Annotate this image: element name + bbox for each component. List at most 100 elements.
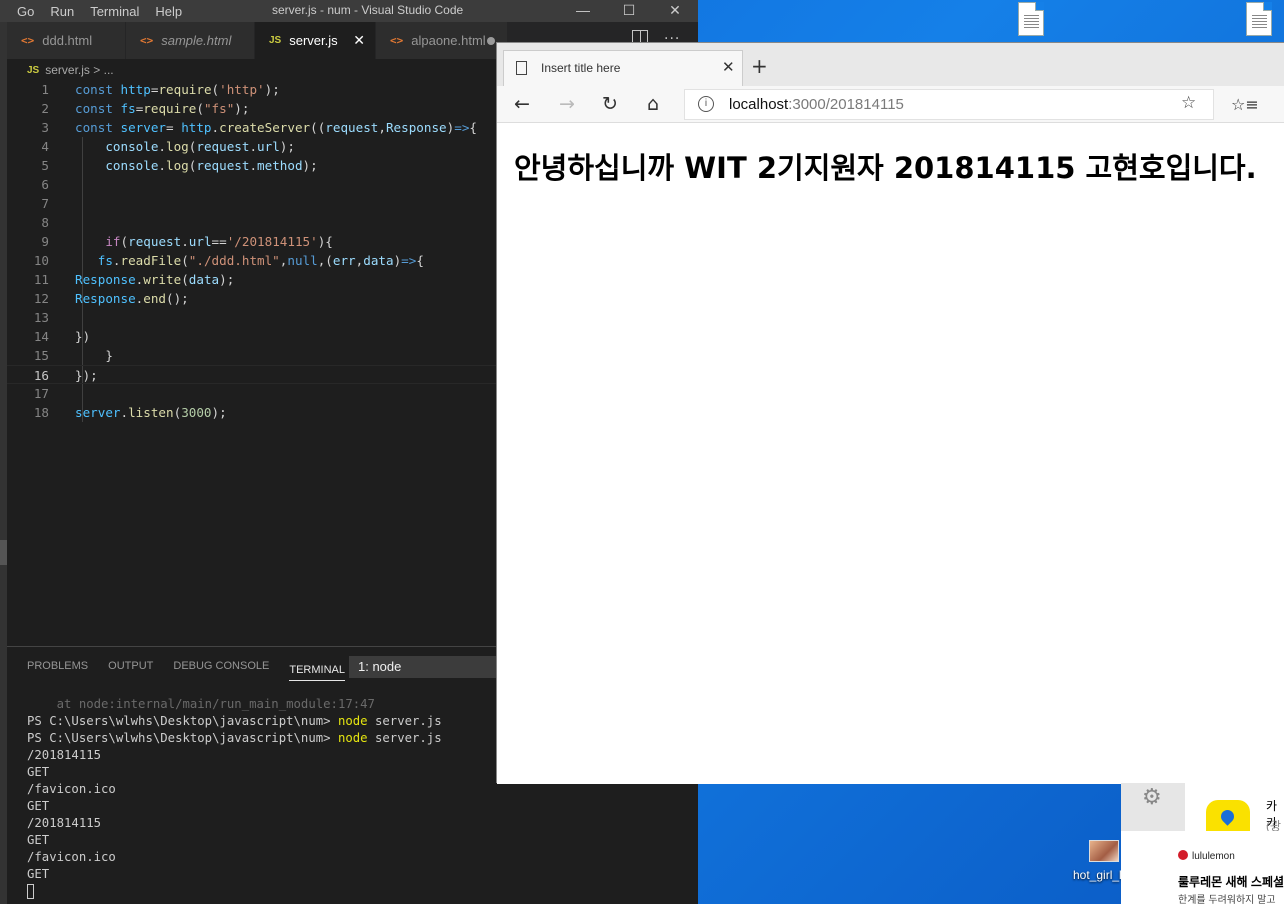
terminal-line: PS C:\Users\wlwhs\Desktop\javascript\num…	[27, 713, 442, 730]
html-file-icon: <>	[140, 34, 154, 47]
code-text: server.listen(3000);	[75, 405, 227, 420]
code-text: console.log(request.url);	[105, 139, 295, 154]
breadcrumb: JS server.js > ...	[27, 59, 114, 81]
vscode-titlebar: Go Run Terminal Help server.js - num - V…	[0, 0, 698, 22]
tab-alpaone-html[interactable]: <> alpaone.html	[376, 22, 508, 59]
terminal-line: at node:internal/main/run_main_module:17…	[27, 697, 375, 711]
terminal-cursor	[27, 884, 34, 899]
browser-tab[interactable]: Insert title here ✕	[503, 50, 743, 86]
refresh-icon[interactable]: ↻	[602, 93, 618, 115]
terminal-cursor-line	[27, 883, 442, 900]
line-number: 10	[33, 253, 49, 268]
line-number: 8	[41, 215, 49, 230]
close-tab-icon[interactable]: ✕	[722, 58, 735, 76]
line-number: 5	[41, 158, 49, 173]
lululemon-brand: lululemon	[1192, 851, 1235, 862]
browser-tab-strip: Insert title here ✕ +	[497, 43, 1284, 86]
desktop-file-icon[interactable]	[1246, 2, 1272, 36]
address-bar[interactable]: i localhost:3000/201814115 ☆	[684, 89, 1214, 120]
tab-terminal[interactable]: TERMINAL	[289, 651, 345, 681]
line-number: 7	[41, 196, 49, 211]
favorites-list-icon[interactable]: ☆≡	[1231, 95, 1259, 114]
breadcrumb-symbol[interactable]: ...	[104, 63, 114, 77]
tab-label: ddd.html	[42, 33, 93, 48]
desktop-thumbnail-label[interactable]: hot_girl_l	[1073, 868, 1122, 882]
url-host: localhost	[729, 96, 789, 113]
info-icon[interactable]: i	[698, 96, 714, 112]
desktop-file-icon[interactable]	[1018, 2, 1044, 36]
tab-debug-console[interactable]: DEBUG CONSOLE	[173, 647, 269, 685]
terminal-line: GET	[27, 799, 50, 813]
html-file-icon: <>	[21, 34, 35, 47]
desktop-image-thumbnail[interactable]	[1089, 840, 1119, 862]
minimize-button[interactable]: —	[560, 0, 606, 22]
tab-output[interactable]: OUTPUT	[108, 647, 153, 685]
terminal-line: GET	[27, 867, 50, 881]
code-text: const fs=require("fs");	[75, 101, 250, 116]
code-text: }	[75, 348, 113, 363]
line-number: 18	[33, 405, 49, 420]
terminal-prompt: PS C:\Users\wlwhs\Desktop\javascript\num…	[27, 731, 338, 745]
forward-arrow-icon[interactable]: →	[559, 93, 575, 115]
browser-toolbar: ← → ↻ ⌂ i localhost:3000/201814115 ☆ ☆≡	[497, 86, 1284, 123]
url-text: localhost:3000/201814115	[729, 96, 904, 113]
new-tab-button[interactable]: +	[751, 54, 768, 78]
line-number: 1	[41, 82, 49, 97]
tab-sample-html[interactable]: <> sample.html	[126, 22, 255, 59]
tab-problems[interactable]: PROBLEMS	[27, 647, 88, 685]
lululemon-title: 룰루레몬 새해 스페셜	[1178, 875, 1284, 889]
kakao-map-icon	[1206, 800, 1250, 831]
browser-tab-title: Insert title here	[541, 61, 621, 75]
code-text: const http=require('http');	[75, 82, 280, 97]
page-heading: 안녕하십니까 WIT 2기지원자 201814115 고현호입니다.	[514, 151, 1257, 185]
breadcrumb-file[interactable]: server.js	[45, 63, 90, 77]
gear-icon[interactable]: ⚙	[1142, 785, 1162, 810]
code-text: Response.end();	[75, 291, 189, 306]
panel-tabs: PROBLEMS OUTPUT DEBUG CONSOLE TERMINAL	[7, 647, 345, 685]
tab-label: server.js	[289, 33, 338, 48]
line-number: 2	[41, 101, 49, 116]
tab-server-js[interactable]: JS server.js ✕	[255, 22, 376, 59]
document-icon	[516, 61, 527, 75]
terminal-line: /201814115	[27, 748, 102, 762]
code-text: })	[75, 329, 91, 344]
back-arrow-icon[interactable]: ←	[514, 93, 530, 115]
terminal-line: /201814115	[27, 816, 102, 830]
terminal-args: server.js	[367, 714, 442, 728]
unsaved-dot-icon[interactable]	[487, 37, 495, 45]
tab-ddd-html[interactable]: <> ddd.html	[7, 22, 126, 59]
line-number: 13	[33, 310, 49, 325]
terminal-line: GET	[27, 765, 50, 779]
lululemon-logo-icon	[1178, 850, 1188, 860]
maximize-button[interactable]: ☐	[606, 0, 652, 22]
home-icon[interactable]: ⌂	[647, 93, 659, 115]
line-number: 11	[33, 272, 49, 287]
activity-bar	[0, 22, 7, 904]
tab-label: alpaone.html	[411, 33, 486, 48]
code-text: });	[75, 368, 98, 383]
close-tab-icon[interactable]: ✕	[353, 32, 365, 49]
line-number: 9	[41, 234, 49, 249]
terminal-output[interactable]: at node:internal/main/run_main_module:17…	[27, 696, 442, 900]
menu-terminal[interactable]: Terminal	[82, 4, 147, 19]
menu-help[interactable]: Help	[147, 4, 190, 19]
menu-go[interactable]: Go	[0, 4, 42, 19]
line-number: 6	[41, 177, 49, 192]
terminal-command: node	[337, 731, 368, 745]
lululemon-body: 한계를 두려워하지 말고	[1178, 895, 1276, 904]
close-window-button[interactable]: ✕	[652, 0, 698, 22]
terminal-line: GET	[27, 833, 50, 847]
terminal-prompt: PS C:\Users\wlwhs\Desktop\javascript\num…	[27, 714, 338, 728]
terminal-select[interactable]: 1: node	[349, 656, 509, 678]
line-number: 4	[41, 139, 49, 154]
line-number: 14	[33, 329, 49, 344]
line-number: 15	[33, 348, 49, 363]
browser-page-content: 안녕하십니까 WIT 2기지원자 201814115 고현호입니다.	[497, 124, 1284, 784]
code-text: fs.readFile("./ddd.html",null,(err,data)…	[97, 253, 424, 268]
menu-run[interactable]: Run	[42, 4, 82, 19]
url-path: :3000/201814115	[788, 96, 904, 113]
line-number: 17	[33, 386, 49, 401]
favorite-star-icon[interactable]: ☆	[1181, 93, 1196, 113]
code-text: if(request.url=='/201814115'){	[105, 234, 333, 249]
code-text: console.log(request.method);	[105, 158, 318, 173]
